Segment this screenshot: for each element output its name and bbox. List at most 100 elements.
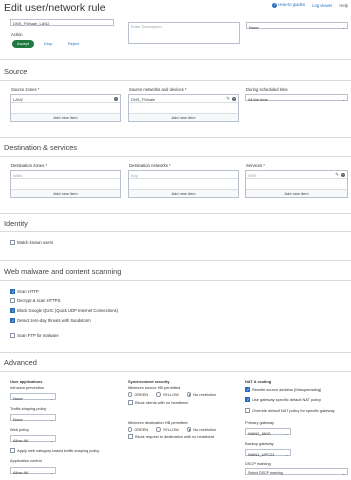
schedule-label: During scheduled time [246, 87, 288, 92]
source-zones-label: Source zones * [11, 87, 40, 92]
override-nat-row[interactable]: Override default NAT policy for specific… [245, 408, 335, 413]
reject-button[interactable]: Reject [68, 41, 79, 46]
divider [0, 137, 351, 138]
sync-security-heading: Synchronized security [128, 379, 170, 384]
services-list: DNS ✎ − Add new item [245, 170, 348, 198]
chevron-down-icon: ⌄ [49, 438, 53, 443]
identity-section-title: Identity [4, 219, 28, 228]
accept-button[interactable]: Accept [12, 39, 34, 48]
rewrite-source-row[interactable]: Rewrite source address (Masquerading) [245, 387, 321, 392]
block-quic-row[interactable]: Block Google QUIC (Quick UDP Internet Co… [10, 308, 118, 313]
top-links: ? How-to guides Log viewer Help [272, 2, 348, 8]
add-destination-zone-button[interactable]: Add new item [11, 188, 120, 197]
add-source-zone-button[interactable]: Add new item [11, 112, 120, 121]
drop-button[interactable]: Drop [44, 41, 52, 46]
source-no-restriction-radio[interactable] [186, 392, 192, 397]
destination-zones-list: WAN Add new item [10, 170, 121, 198]
primary-gateway-select[interactable]: WAN2_IW41 ⌄ [245, 428, 291, 436]
destination-section-title: Destination & services [4, 143, 78, 152]
log-viewer-link[interactable]: Log viewer [312, 3, 332, 8]
primary-gateway-label: Primary gateway [245, 420, 274, 425]
traffic-shaping-label: Traffic shaping policy [10, 406, 47, 411]
match-known-users-row[interactable]: Match known users [10, 240, 53, 245]
source-networks-label: Source networks and devices * [129, 87, 187, 92]
block-no-heartbeat-checkbox[interactable] [128, 400, 133, 405]
malware-section-title: Web malware and content scanning [4, 267, 122, 276]
intrusion-label: Intrusion prevention [10, 385, 45, 390]
block-no-heartbeat-row[interactable]: Block clients with no heartbeat [128, 400, 188, 405]
remove-icon[interactable]: − [231, 96, 236, 101]
chevron-down-icon: ⌄ [341, 25, 345, 30]
chevron-down-icon: ⌄ [284, 431, 288, 436]
schedule-select[interactable]: All the time ⌄ [245, 94, 348, 102]
block-request-row[interactable]: Block request to destination with no hea… [128, 434, 214, 439]
scan-http-row[interactable]: Scan HTTP [10, 289, 39, 294]
app-control-select[interactable]: Allow All ⌄ [10, 467, 56, 475]
source-section-title: Source [4, 67, 28, 76]
apply-web-shaping-checkbox[interactable] [10, 448, 15, 453]
add-service-button[interactable]: Add new item [246, 188, 347, 197]
help-link[interactable]: Help [339, 3, 348, 8]
source-networks-list: DNS_FWsale ✎ − Add new item [128, 94, 239, 122]
source-green-radio[interactable] [128, 392, 133, 397]
override-nat-checkbox[interactable] [245, 408, 250, 413]
match-known-users-checkbox[interactable] [10, 240, 15, 245]
dscp-label: DSCP marking [245, 461, 271, 466]
divider [0, 280, 351, 281]
chevron-down-icon: ⌄ [341, 471, 345, 476]
action-label: Action [11, 32, 23, 37]
description-field[interactable]: Enter Description [128, 22, 240, 44]
decrypt-https-checkbox[interactable] [10, 298, 15, 303]
use-gateway-nat-row[interactable]: Use gateway specific default NAT policy [245, 397, 321, 402]
app-control-label: Application control [10, 458, 42, 463]
divider [0, 213, 351, 214]
chevron-down-icon: ⌄ [49, 396, 53, 401]
page-title: Edit user/network rule [4, 2, 106, 14]
web-policy-select[interactable]: Allow All ⌄ [10, 435, 56, 443]
scan-ftp-row[interactable]: Scan FTP for malware [10, 333, 59, 338]
detect-zero-day-checkbox[interactable] [10, 318, 15, 323]
nat-routing-heading: NAT & routing [245, 379, 272, 384]
chevron-down-icon: ⌄ [284, 452, 288, 457]
backup-gateway-select[interactable]: WAN1_UPC01 ⌄ [245, 449, 291, 457]
pencil-icon[interactable]: ✎ [335, 172, 339, 178]
destination-networks-label: Destination networks * [129, 163, 171, 168]
remove-icon[interactable]: − [340, 172, 345, 177]
traffic-shaping-select[interactable]: None ⌄ [10, 414, 56, 422]
divider [0, 352, 351, 353]
divider [0, 371, 351, 372]
scan-http-checkbox[interactable] [10, 289, 15, 294]
intrusion-select[interactable]: None ⌄ [10, 393, 56, 401]
chevron-down-icon: ⌄ [49, 470, 53, 475]
backup-gateway-label: Backup gateway [245, 441, 274, 446]
use-gateway-nat-checkbox[interactable] [245, 397, 250, 402]
rewrite-source-checkbox[interactable] [245, 387, 250, 392]
rule-name-field[interactable]: DNS_FWsale_LAN2 [10, 19, 114, 26]
services-label: Services * [246, 163, 265, 168]
source-yellow-radio[interactable] [156, 392, 161, 397]
block-quic-checkbox[interactable] [10, 308, 15, 313]
dest-yellow-radio[interactable] [156, 427, 161, 432]
user-applications-heading: User applications [10, 379, 43, 384]
how-to-guides-link[interactable]: ? How-to guides [272, 2, 305, 8]
apply-web-shaping-row[interactable]: Apply web category-based traffic shaping… [10, 448, 99, 453]
source-zones-list: LAN2− Add new item [10, 94, 121, 122]
pencil-icon[interactable]: ✎ [226, 96, 230, 102]
divider [0, 59, 351, 60]
dscp-select[interactable]: Select DSCP marking ⌄ [245, 468, 348, 476]
dest-no-restriction-radio[interactable] [186, 427, 192, 432]
scan-ftp-checkbox[interactable] [10, 333, 15, 338]
remove-icon[interactable]: − [113, 96, 118, 101]
add-destination-network-button[interactable]: Add new item [129, 188, 238, 197]
rule-position-select[interactable]: None ⌄ [246, 22, 348, 30]
divider [0, 80, 351, 81]
chevron-down-icon: ⌄ [49, 417, 53, 422]
chevron-down-icon: ⌄ [341, 97, 345, 102]
block-request-checkbox[interactable] [128, 434, 133, 439]
destination-networks-list: Any Add new item [128, 170, 239, 198]
decrypt-https-row[interactable]: Decrypt & scan HTTPS [10, 298, 60, 303]
detect-zero-day-row[interactable]: Detect zero-day threats with Sandstorm [10, 318, 91, 323]
add-source-network-button[interactable]: Add new item [129, 112, 238, 121]
dest-green-radio[interactable] [128, 427, 133, 432]
min-source-hb-radios: GREEN YELLOW No restriction [128, 392, 216, 397]
